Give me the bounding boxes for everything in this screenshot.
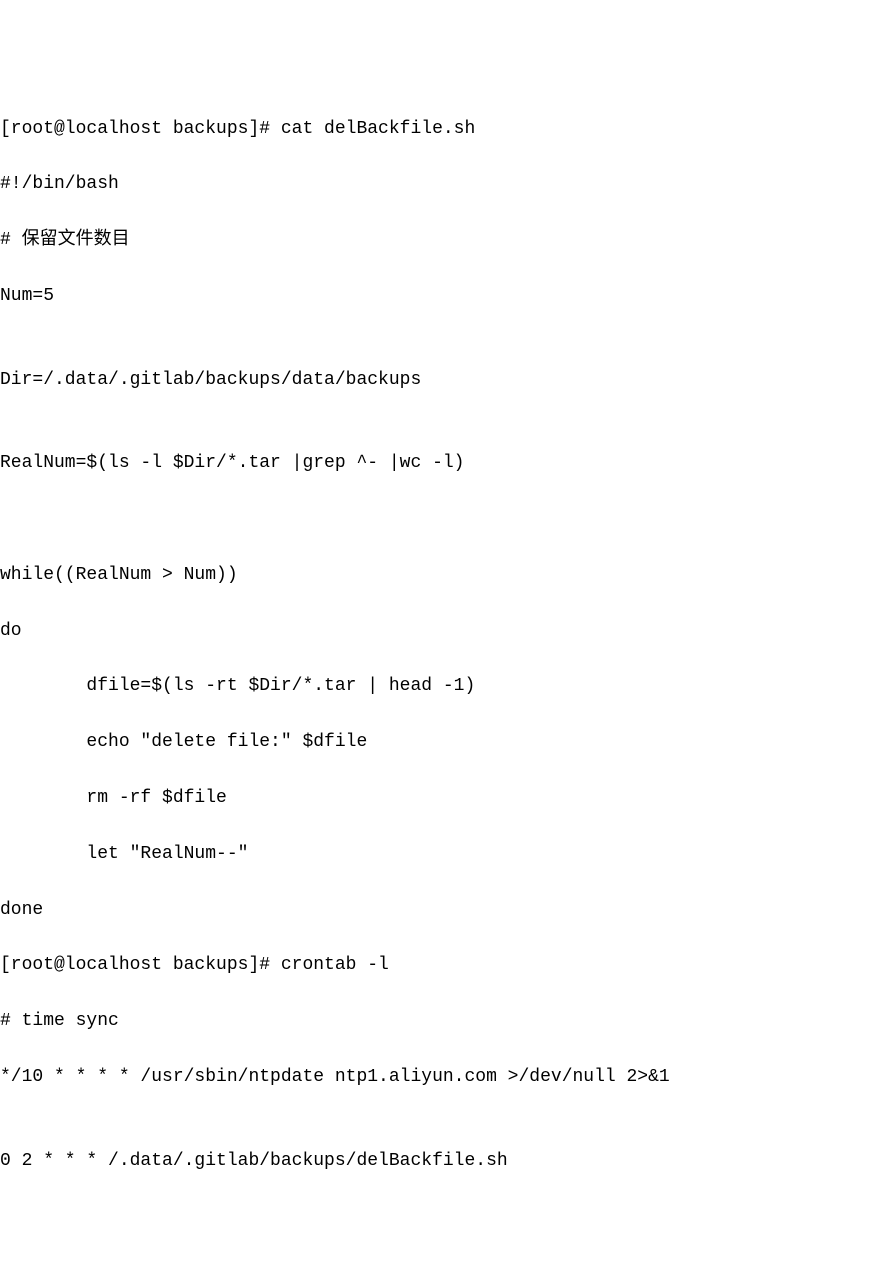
- terminal-line: rm -rf $dfile: [0, 785, 885, 813]
- terminal-line: 0 2 * * * /.data/.gitlab/backups/delBack…: [0, 1148, 885, 1176]
- terminal-line: Dir=/.data/.gitlab/backups/data/backups: [0, 367, 885, 395]
- terminal-line: # time sync: [0, 1008, 885, 1036]
- terminal-line: */10 * * * * /usr/sbin/ntpdate ntp1.aliy…: [0, 1064, 885, 1092]
- terminal-line: let "RealNum--": [0, 841, 885, 869]
- terminal-line: echo "delete file:" $dfile: [0, 729, 885, 757]
- terminal-line: #!/bin/bash: [0, 171, 885, 199]
- terminal-line: Num=5: [0, 283, 885, 311]
- terminal-line: [root@localhost backups]# cat delBackfil…: [0, 116, 885, 144]
- terminal-line: # 保留文件数目: [0, 227, 885, 255]
- terminal-line: [root@localhost backups]# crontab -l: [0, 952, 885, 980]
- terminal-line: do: [0, 618, 885, 646]
- terminal-line: while((RealNum > Num)): [0, 562, 885, 590]
- terminal-line: done: [0, 897, 885, 925]
- terminal-line: dfile=$(ls -rt $Dir/*.tar | head -1): [0, 673, 885, 701]
- terminal-line: RealNum=$(ls -l $Dir/*.tar |grep ^- |wc …: [0, 450, 885, 478]
